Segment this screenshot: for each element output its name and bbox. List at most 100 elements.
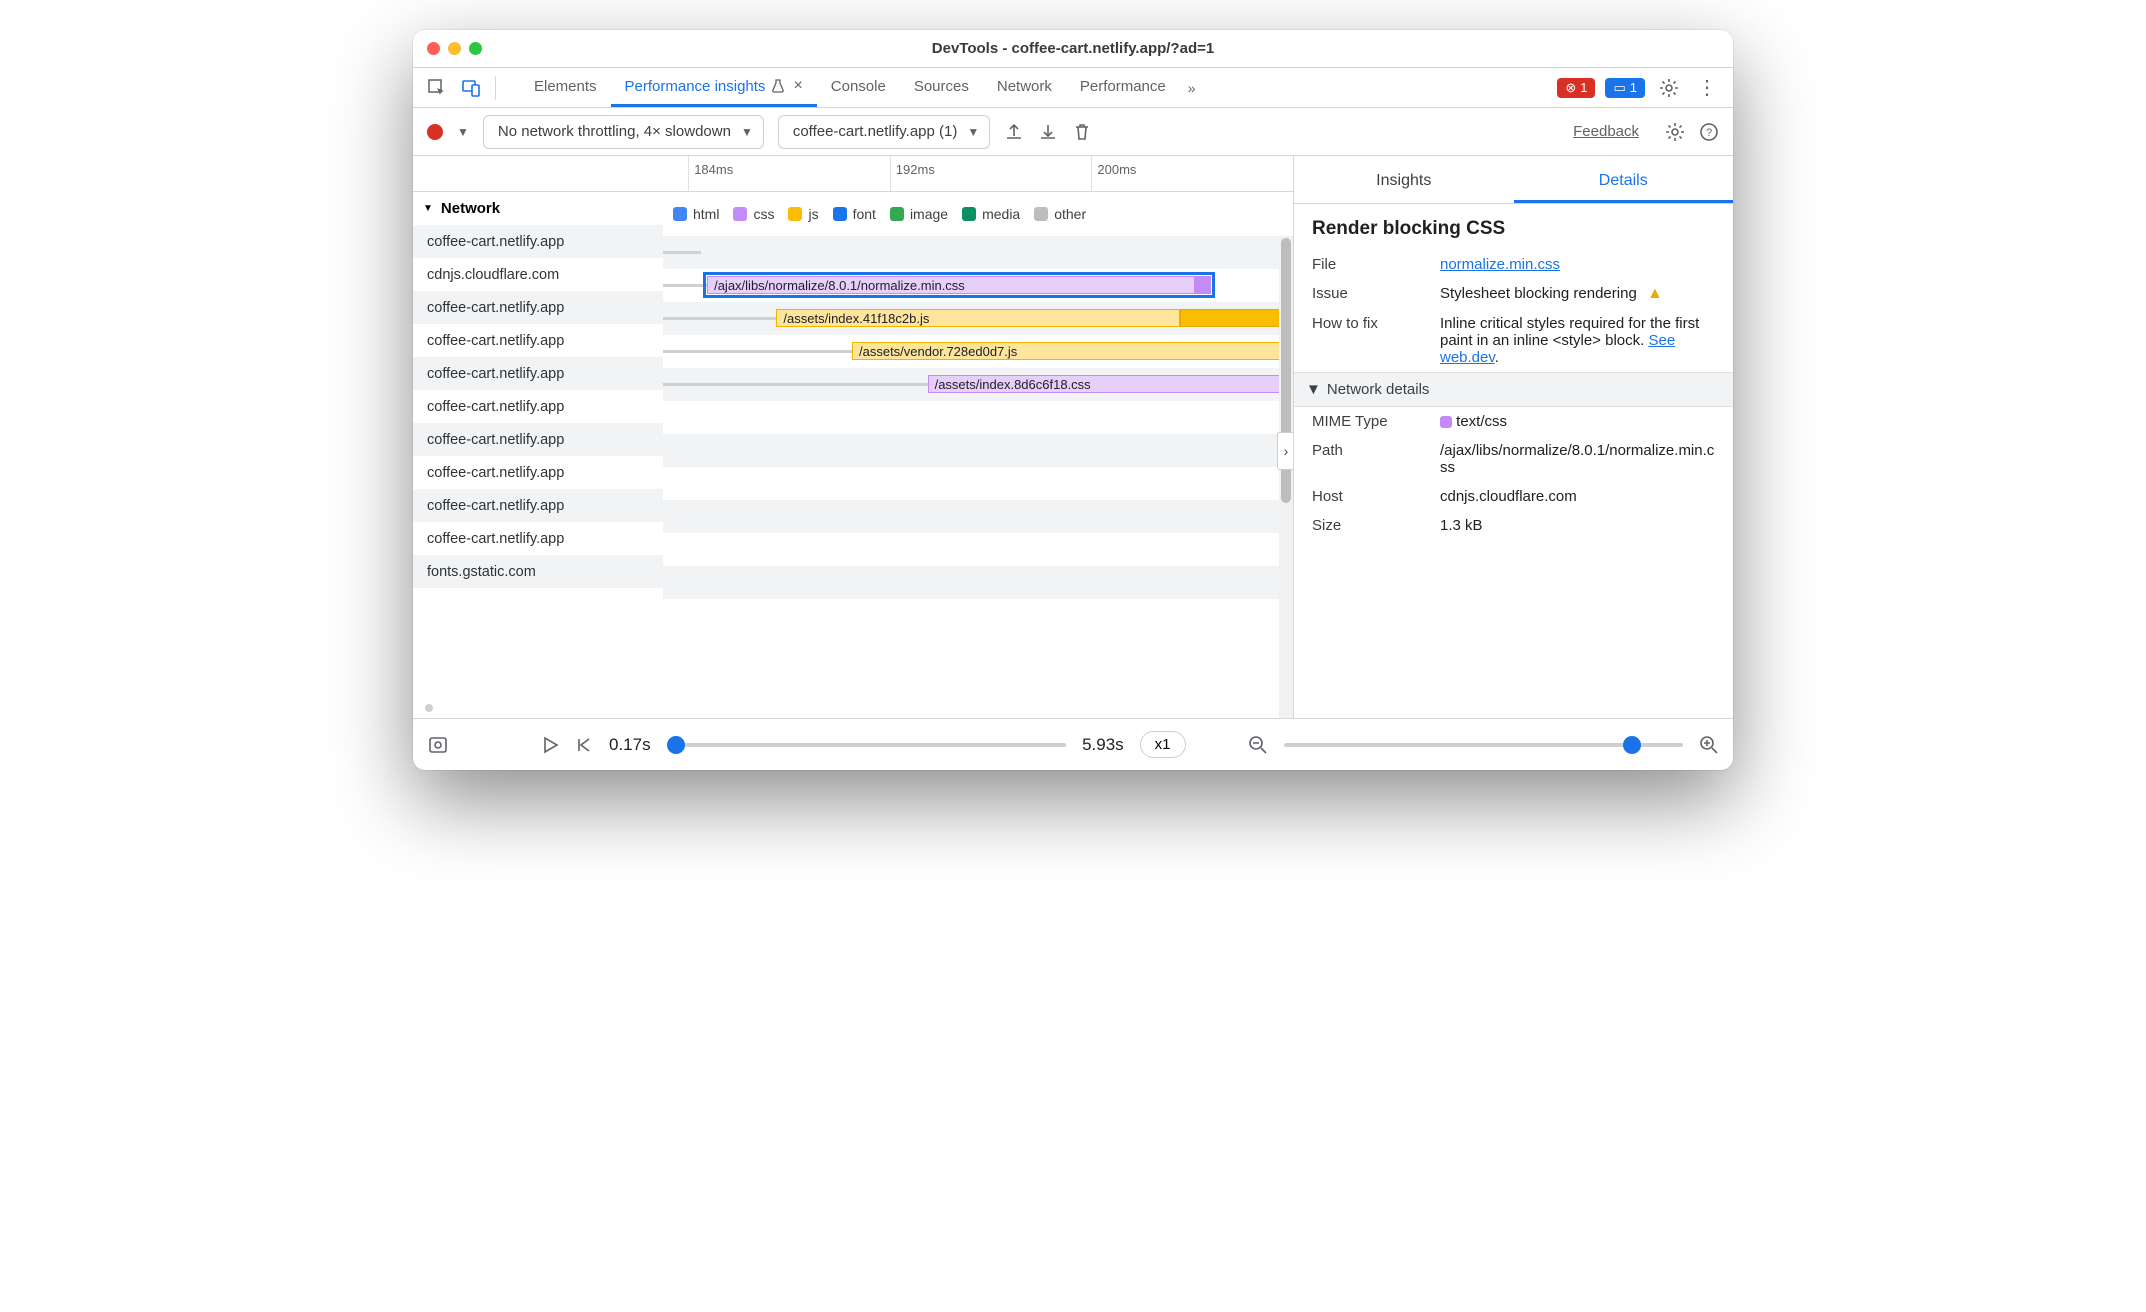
host-row[interactable]: fonts.gstatic.com	[413, 555, 663, 588]
window-traffic-lights	[427, 42, 482, 55]
play-icon[interactable]	[541, 736, 559, 754]
detail-size: Size 1.3 kB	[1294, 511, 1733, 540]
issue-icon: ▭	[1613, 80, 1625, 96]
insights-toolbar: ▼ No network throttling, 4× slowdown ▼ c…	[413, 108, 1733, 156]
throttling-label: No network throttling, 4× slowdown	[498, 123, 731, 140]
detail-label: Path	[1312, 442, 1432, 459]
detail-label: File	[1312, 256, 1432, 273]
network-host-column: Network coffee-cart.netlify.app cdnjs.cl…	[413, 156, 663, 718]
help-icon[interactable]: ?	[1699, 122, 1719, 142]
host-row[interactable]: coffee-cart.netlify.app	[413, 522, 663, 555]
legend-image[interactable]: image	[890, 206, 948, 222]
waterfall-row	[663, 401, 1293, 434]
host-row[interactable]: coffee-cart.netlify.app	[413, 489, 663, 522]
waterfall-row	[663, 533, 1293, 566]
legend-font[interactable]: font	[833, 206, 876, 222]
time-end-label: 5.93s	[1082, 735, 1124, 755]
error-count-badge[interactable]: ⊗ 1	[1557, 78, 1595, 98]
host-row[interactable]: coffee-cart.netlify.app	[413, 324, 663, 357]
tab-performance[interactable]: Performance	[1066, 68, 1180, 107]
host-row[interactable]: coffee-cart.netlify.app	[413, 423, 663, 456]
more-menu-icon[interactable]: ⋮	[1689, 75, 1725, 100]
window-titlebar: DevTools - coffee-cart.netlify.app/?ad=1	[413, 30, 1733, 68]
tab-console[interactable]: Console	[817, 68, 900, 107]
delete-icon[interactable]	[1072, 122, 1092, 142]
tab-network[interactable]: Network	[983, 68, 1066, 107]
ruler-tick: 200ms	[1091, 156, 1136, 191]
host-row[interactable]: coffee-cart.netlify.app	[413, 225, 663, 258]
request-bar-normalize-css[interactable]: /ajax/libs/normalize/8.0.1/normalize.min…	[707, 276, 1211, 294]
legend-html[interactable]: html	[673, 206, 719, 222]
host-row[interactable]: coffee-cart.netlify.app	[413, 291, 663, 324]
maximize-window-button[interactable]	[469, 42, 482, 55]
waterfall-chart[interactable]: /ajax/libs/normalize/8.0.1/normalize.min…	[663, 236, 1293, 718]
expand-panel-handle[interactable]: ›	[1277, 432, 1293, 470]
preview-icon[interactable]	[427, 734, 449, 756]
detail-label: Issue	[1312, 285, 1432, 302]
settings-gear-icon[interactable]	[1651, 78, 1687, 98]
detail-label: MIME Type	[1312, 413, 1432, 430]
request-bar-index-js[interactable]: /assets/index.41f18c2b.js	[776, 309, 1179, 327]
tab-sources[interactable]: Sources	[900, 68, 983, 107]
target-label: coffee-cart.netlify.app (1)	[793, 123, 958, 140]
zoom-out-icon[interactable]	[1248, 735, 1268, 755]
device-toolbar-icon[interactable]	[455, 72, 487, 104]
detail-path: Path /ajax/libs/normalize/8.0.1/normaliz…	[1294, 436, 1733, 482]
waterfall-row: /ajax/libs/normalize/8.0.1/normalize.min…	[663, 269, 1293, 302]
record-button[interactable]	[427, 124, 443, 140]
tab-performance-insights[interactable]: Performance insights ×	[611, 68, 817, 107]
close-tab-icon[interactable]: ×	[793, 77, 802, 95]
issue-count: 1	[1630, 80, 1637, 95]
tab-details[interactable]: Details	[1514, 172, 1734, 203]
right-panel-tabs: Insights Details	[1294, 156, 1733, 204]
request-bar-index-css[interactable]: /assets/index.8d6c6f18.css	[928, 375, 1293, 393]
feedback-link[interactable]: Feedback	[1573, 123, 1639, 140]
vertical-scrollbar[interactable]	[1279, 236, 1293, 718]
import-icon[interactable]	[1038, 122, 1058, 142]
detail-value: Inline critical styles required for the …	[1440, 315, 1715, 366]
error-count: 1	[1580, 80, 1587, 95]
legend-media[interactable]: media	[962, 206, 1020, 222]
export-icon[interactable]	[1004, 122, 1024, 142]
host-row[interactable]: coffee-cart.netlify.app	[413, 456, 663, 489]
waterfall-row: /assets/index.41f18c2b.js	[663, 302, 1293, 335]
issue-count-badge[interactable]: ▭ 1	[1605, 78, 1645, 98]
record-menu-chevron-icon[interactable]: ▼	[457, 125, 469, 139]
detail-how-to-fix: How to fix Inline critical styles requir…	[1294, 309, 1733, 372]
playback-speed[interactable]: x1	[1140, 731, 1186, 758]
chevron-down-icon: ▼	[967, 125, 979, 139]
request-bar-vendor-js[interactable]: /assets/vendor.728ed0d7.js	[852, 342, 1293, 360]
throttling-select[interactable]: No network throttling, 4× slowdown ▼	[483, 115, 764, 149]
ruler-tick: 192ms	[890, 156, 935, 191]
network-section-header[interactable]: Network	[413, 192, 663, 225]
target-select[interactable]: coffee-cart.netlify.app (1) ▼	[778, 115, 990, 149]
network-details-header[interactable]: ▼ Network details	[1294, 372, 1733, 407]
detail-file: File normalize.min.css	[1294, 250, 1733, 279]
tab-elements[interactable]: Elements	[520, 68, 611, 107]
zoom-slider[interactable]	[1284, 743, 1683, 747]
time-ruler[interactable]: 184ms 192ms 200ms	[663, 156, 1293, 192]
flask-icon	[771, 79, 785, 93]
inspect-element-icon[interactable]	[421, 72, 453, 104]
timeline-slider[interactable]	[667, 743, 1066, 747]
detail-value: cdnjs.cloudflare.com	[1440, 488, 1715, 505]
host-row[interactable]: coffee-cart.netlify.app	[413, 390, 663, 423]
more-tabs-chevron-icon[interactable]: »	[1180, 80, 1204, 96]
detail-value: Stylesheet blocking rendering ▲	[1440, 285, 1715, 303]
close-window-button[interactable]	[427, 42, 440, 55]
minimize-window-button[interactable]	[448, 42, 461, 55]
legend-other[interactable]: other	[1034, 206, 1086, 222]
panel-settings-icon[interactable]	[1665, 122, 1685, 142]
waterfall-row	[663, 434, 1293, 467]
host-row[interactable]: cdnjs.cloudflare.com	[413, 258, 663, 291]
detail-issue: Issue Stylesheet blocking rendering ▲	[1294, 279, 1733, 309]
tab-insights[interactable]: Insights	[1294, 172, 1514, 203]
legend-css[interactable]: css	[733, 206, 774, 222]
details-title: Render blocking CSS	[1294, 204, 1733, 250]
waterfall-row	[663, 467, 1293, 500]
legend-js[interactable]: js	[788, 206, 818, 222]
zoom-in-icon[interactable]	[1699, 735, 1719, 755]
rewind-icon[interactable]	[575, 736, 593, 754]
host-row[interactable]: coffee-cart.netlify.app	[413, 357, 663, 390]
file-link[interactable]: normalize.min.css	[1440, 256, 1560, 273]
